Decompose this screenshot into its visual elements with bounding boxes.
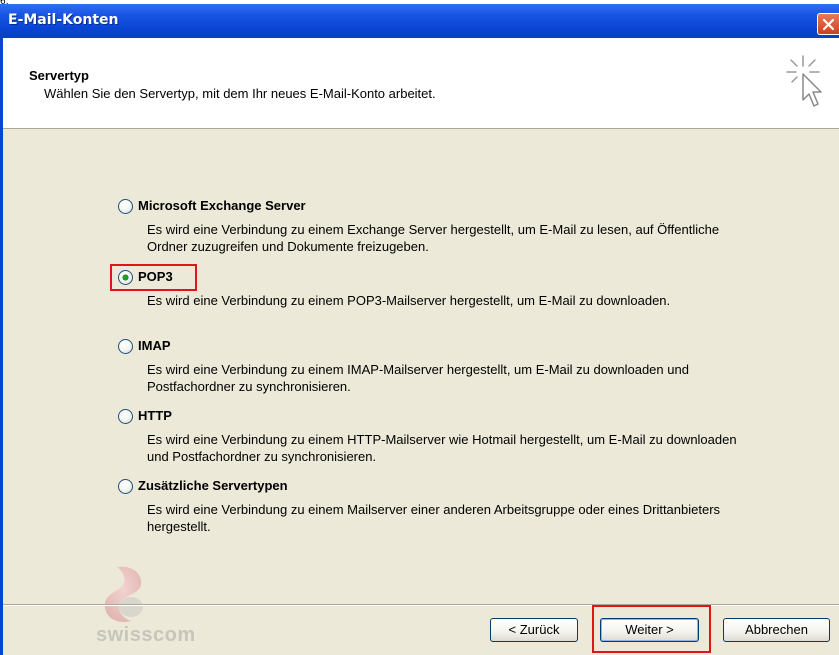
option-imap-description: Es wird eine Verbindung zu einem IMAP-Ma… (147, 362, 689, 394)
option-exchange-label[interactable]: Microsoft Exchange Server (138, 198, 306, 214)
radio-http[interactable] (118, 409, 133, 424)
option-additional-label[interactable]: Zusätzliche Servertypen (138, 478, 288, 494)
email-accounts-dialog: E-Mail-Konten Servertyp Wählen Sie den S… (0, 4, 839, 655)
window-title: E-Mail-Konten (8, 12, 119, 28)
cursor-sparkle-icon (786, 55, 822, 107)
option-http-label[interactable]: HTTP (138, 408, 172, 424)
radio-exchange[interactable] (118, 199, 133, 214)
radio-imap[interactable] (118, 339, 133, 354)
option-pop3-description: Es wird eine Verbindung zu einem POP3-Ma… (147, 293, 671, 308)
close-icon (822, 18, 835, 31)
next-highlight-box (592, 605, 711, 653)
pop3-highlight-box (110, 264, 197, 291)
dialog-client-area: Servertyp Wählen Sie den Servertyp, mit … (3, 38, 839, 655)
footer-separator (3, 604, 839, 606)
title-bar[interactable]: E-Mail-Konten (0, 4, 839, 38)
swisscom-logo-icon (104, 566, 143, 623)
header-title: Servertyp (29, 68, 89, 83)
option-imap-label[interactable]: IMAP (138, 338, 171, 354)
option-exchange-description: Es wird eine Verbindung zu einem Exchang… (147, 222, 720, 254)
option-http-description: Es wird eine Verbindung zu einem HTTP-Ma… (147, 432, 737, 464)
server-type-options: Microsoft Exchange Server Es wird eine V… (3, 129, 839, 604)
cancel-button[interactable]: Abbrechen (723, 618, 830, 642)
back-button[interactable]: < Zurück (490, 618, 578, 642)
wizard-header: Servertyp Wählen Sie den Servertyp, mit … (3, 38, 839, 129)
option-additional-description: Es wird eine Verbindung zu einem Mailser… (147, 502, 721, 534)
header-subtitle: Wählen Sie den Servertyp, mit dem Ihr ne… (44, 86, 436, 101)
radio-additional[interactable] (118, 479, 133, 494)
swisscom-logo-text: swisscom (96, 624, 196, 646)
close-button[interactable] (817, 13, 839, 35)
